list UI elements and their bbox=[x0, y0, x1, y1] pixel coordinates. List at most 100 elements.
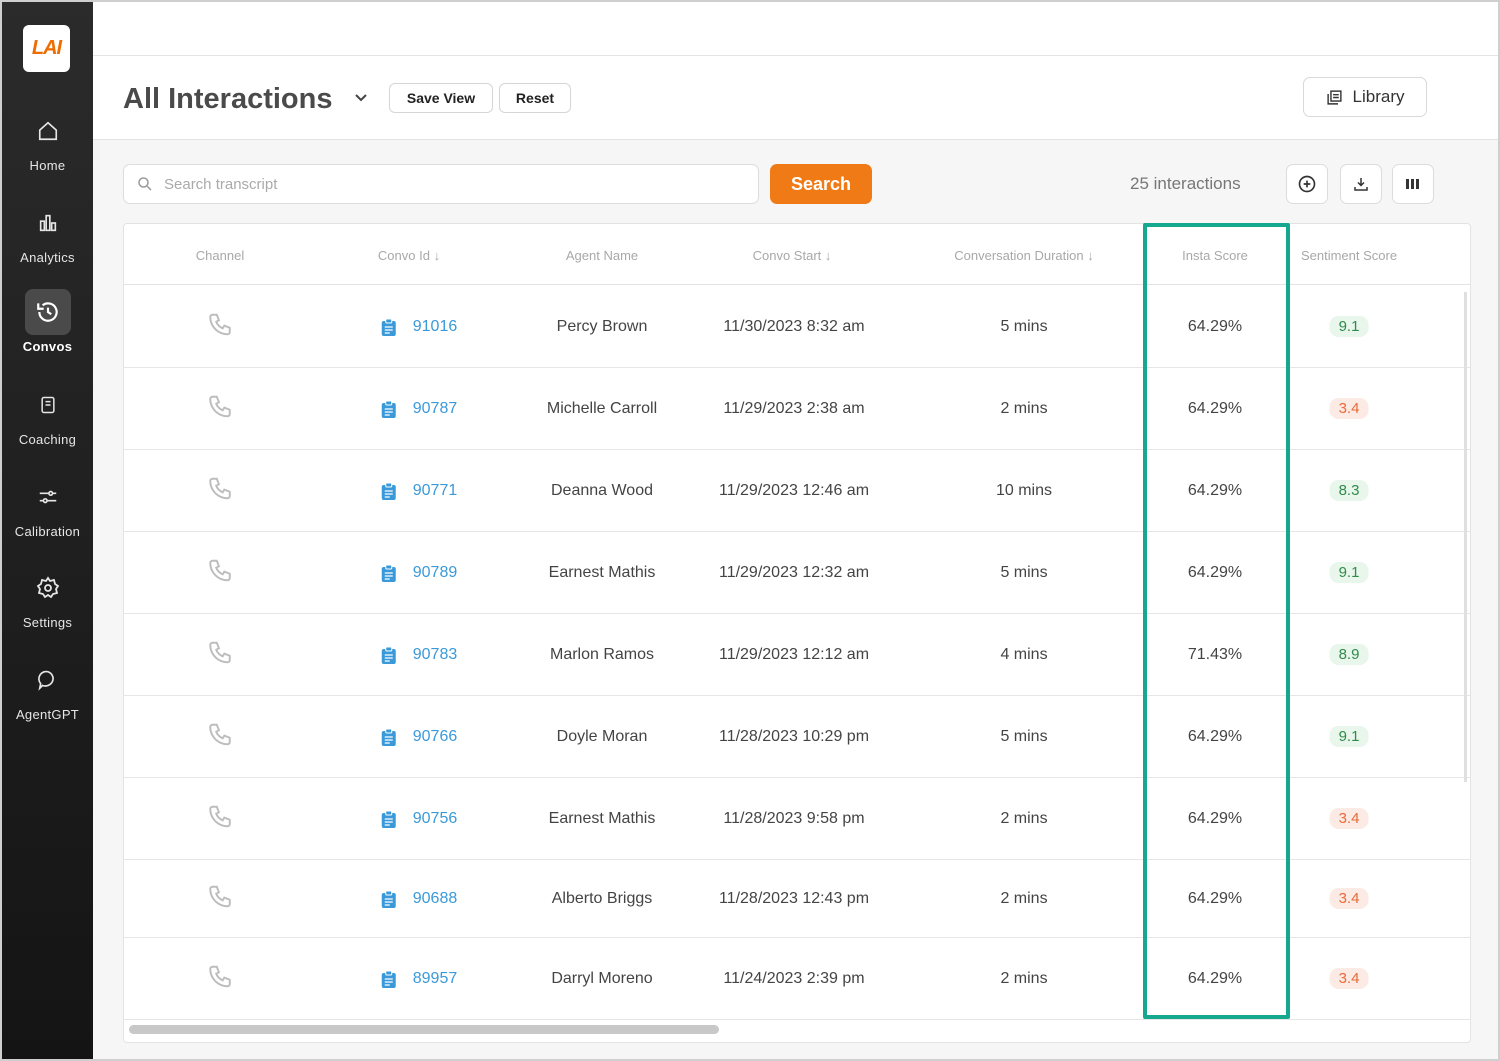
table-row[interactable]: 89957 Darryl Moreno 11/24/2023 2:39 pm 2… bbox=[124, 938, 1470, 1020]
reset-button[interactable]: Reset bbox=[499, 83, 571, 113]
convo-start: 11/28/2023 10:29 pm bbox=[718, 727, 870, 745]
convo-id-link[interactable]: 90789 bbox=[381, 564, 457, 582]
sidebar-item-agentgpt[interactable]: AgentGPT bbox=[2, 657, 93, 722]
conversation-duration: 5 mins bbox=[1000, 563, 1048, 581]
sentiment-score: 9.1 bbox=[1329, 561, 1369, 583]
table-row[interactable]: 90756 Earnest Mathis 11/28/2023 9:58 pm … bbox=[124, 778, 1470, 860]
insta-score: 64.29% bbox=[1187, 563, 1243, 581]
convo-id-text: 90756 bbox=[412, 809, 458, 827]
search-field[interactable] bbox=[123, 164, 759, 204]
sliders-icon bbox=[25, 474, 71, 520]
search-button[interactable]: Search bbox=[770, 164, 872, 204]
agent-name: Alberto Briggs bbox=[551, 889, 653, 907]
agent-name: Deanna Wood bbox=[551, 481, 653, 499]
insta-score: 64.29% bbox=[1187, 727, 1243, 745]
columns-button[interactable] bbox=[1392, 164, 1434, 204]
app-window: LAI Home Analytics Convos Coaching Calib… bbox=[0, 0, 1500, 1061]
convo-id-link[interactable]: 91016 bbox=[381, 317, 458, 336]
insta-score: 64.29% bbox=[1187, 889, 1243, 907]
convo-id-link[interactable]: 90766 bbox=[381, 727, 458, 746]
sidebar-item-coaching[interactable]: Coaching bbox=[2, 382, 93, 447]
search-input[interactable] bbox=[164, 175, 724, 193]
phone-icon bbox=[207, 803, 233, 834]
sidebar: LAI Home Analytics Convos Coaching Calib… bbox=[2, 2, 93, 1059]
insta-score: 64.29% bbox=[1187, 481, 1243, 499]
convo-id-text: 90783 bbox=[412, 645, 458, 663]
phone-icon bbox=[207, 393, 233, 424]
convo-start: 11/28/2023 9:58 pm bbox=[723, 809, 865, 827]
convo-start: 11/29/2023 12:12 am bbox=[718, 645, 870, 663]
plus-circle-icon bbox=[1298, 175, 1316, 193]
horizontal-scrollbar[interactable] bbox=[129, 1025, 719, 1034]
sentiment-badge: 8.9 bbox=[1329, 643, 1369, 665]
convo-id-link[interactable]: 89957 bbox=[381, 970, 457, 988]
table-row[interactable]: 90787 Michelle Carroll 11/29/2023 2:38 a… bbox=[124, 368, 1470, 450]
bar-chart-icon bbox=[25, 200, 71, 246]
column-header-channel[interactable]: Channel bbox=[196, 248, 244, 263]
save-view-button[interactable]: Save View bbox=[389, 83, 493, 113]
clipboard-icon bbox=[381, 728, 396, 746]
sentiment-badge: 9.1 bbox=[1329, 561, 1369, 583]
column-header-agent-name[interactable]: Agent Name bbox=[566, 248, 638, 263]
table-row[interactable]: 90771 Deanna Wood 11/29/2023 12:46 am 10… bbox=[124, 450, 1470, 532]
column-header-sentiment-score[interactable]: Sentiment Score bbox=[1301, 248, 1397, 263]
vertical-scrollbar[interactable] bbox=[1464, 292, 1467, 782]
phone-icon bbox=[207, 963, 233, 994]
top-bar bbox=[93, 2, 1498, 56]
sidebar-item-settings[interactable]: Settings bbox=[2, 565, 93, 630]
library-button[interactable]: Library bbox=[1303, 77, 1427, 117]
chevron-down-icon[interactable] bbox=[353, 90, 369, 111]
insta-score: 64.29% bbox=[1187, 809, 1243, 827]
agent-name: Earnest Mathis bbox=[548, 563, 656, 581]
column-header-duration[interactable]: Conversation Duration ↓ bbox=[954, 248, 1093, 263]
document-icon bbox=[25, 382, 71, 428]
add-filter-button[interactable] bbox=[1286, 164, 1328, 204]
sentiment-badge: 3.4 bbox=[1329, 397, 1369, 419]
column-header-convo-start[interactable]: Convo Start ↓ bbox=[753, 248, 832, 263]
interaction-count: 25 interactions bbox=[1130, 174, 1241, 193]
column-header-insta-score[interactable]: Insta Score bbox=[1182, 248, 1248, 263]
history-icon bbox=[24, 289, 71, 335]
sidebar-item-label: Calibration bbox=[14, 524, 81, 539]
column-header-convo-id[interactable]: Convo Id ↓ bbox=[378, 248, 440, 263]
sentiment-score: 3.4 bbox=[1329, 397, 1369, 419]
sentiment-score: 8.9 bbox=[1329, 643, 1369, 665]
agent-name: Doyle Moran bbox=[556, 727, 648, 745]
sentiment-score: 9.1 bbox=[1329, 315, 1369, 337]
conversation-duration: 10 mins bbox=[995, 481, 1053, 499]
app-logo[interactable]: LAI bbox=[23, 25, 70, 72]
insta-score: 64.29% bbox=[1187, 317, 1243, 335]
table-row[interactable]: 90766 Doyle Moran 11/28/2023 10:29 pm 5 … bbox=[124, 696, 1470, 778]
sidebar-item-home[interactable]: Home bbox=[2, 108, 93, 173]
clipboard-icon bbox=[381, 810, 396, 828]
convo-id-link[interactable]: 90771 bbox=[381, 482, 457, 500]
download-button[interactable] bbox=[1340, 164, 1382, 204]
table-row[interactable]: 90688 Alberto Briggs 11/28/2023 12:43 pm… bbox=[124, 860, 1470, 938]
convo-id-link[interactable]: 90688 bbox=[381, 890, 457, 908]
sidebar-item-convos[interactable]: Convos bbox=[2, 289, 93, 354]
columns-icon bbox=[1406, 179, 1419, 189]
convo-id-text: 91016 bbox=[412, 317, 458, 335]
table-row[interactable]: 90783 Marlon Ramos 11/29/2023 12:12 am 4… bbox=[124, 614, 1470, 696]
sidebar-item-calibration[interactable]: Calibration bbox=[2, 474, 93, 539]
sidebar-item-label: Convos bbox=[22, 339, 73, 354]
sidebar-item-label: Analytics bbox=[20, 250, 75, 265]
convo-id-text: 90766 bbox=[412, 727, 458, 745]
convo-id-link[interactable]: 90756 bbox=[381, 809, 458, 828]
sidebar-item-analytics[interactable]: Analytics bbox=[2, 200, 93, 265]
sentiment-badge: 9.1 bbox=[1329, 315, 1369, 337]
convo-start: 11/28/2023 12:43 pm bbox=[718, 889, 870, 907]
sidebar-item-label: Settings bbox=[22, 615, 73, 630]
convo-id-link[interactable]: 90787 bbox=[381, 400, 457, 418]
convo-start: 11/24/2023 2:39 pm bbox=[723, 969, 865, 987]
page-header: All Interactions Save View Reset Library bbox=[93, 56, 1498, 140]
table-row[interactable]: 91016 Percy Brown 11/30/2023 8:32 am 5 m… bbox=[124, 286, 1470, 368]
clipboard-icon bbox=[381, 400, 396, 418]
convo-id-link[interactable]: 90783 bbox=[381, 645, 458, 664]
clipboard-icon bbox=[381, 646, 396, 664]
sentiment-score: 8.3 bbox=[1329, 479, 1369, 501]
library-label: Library bbox=[1352, 87, 1405, 106]
phone-icon bbox=[207, 557, 233, 588]
agent-name: Percy Brown bbox=[556, 317, 648, 335]
table-row[interactable]: 90789 Earnest Mathis 11/29/2023 12:32 am… bbox=[124, 532, 1470, 614]
